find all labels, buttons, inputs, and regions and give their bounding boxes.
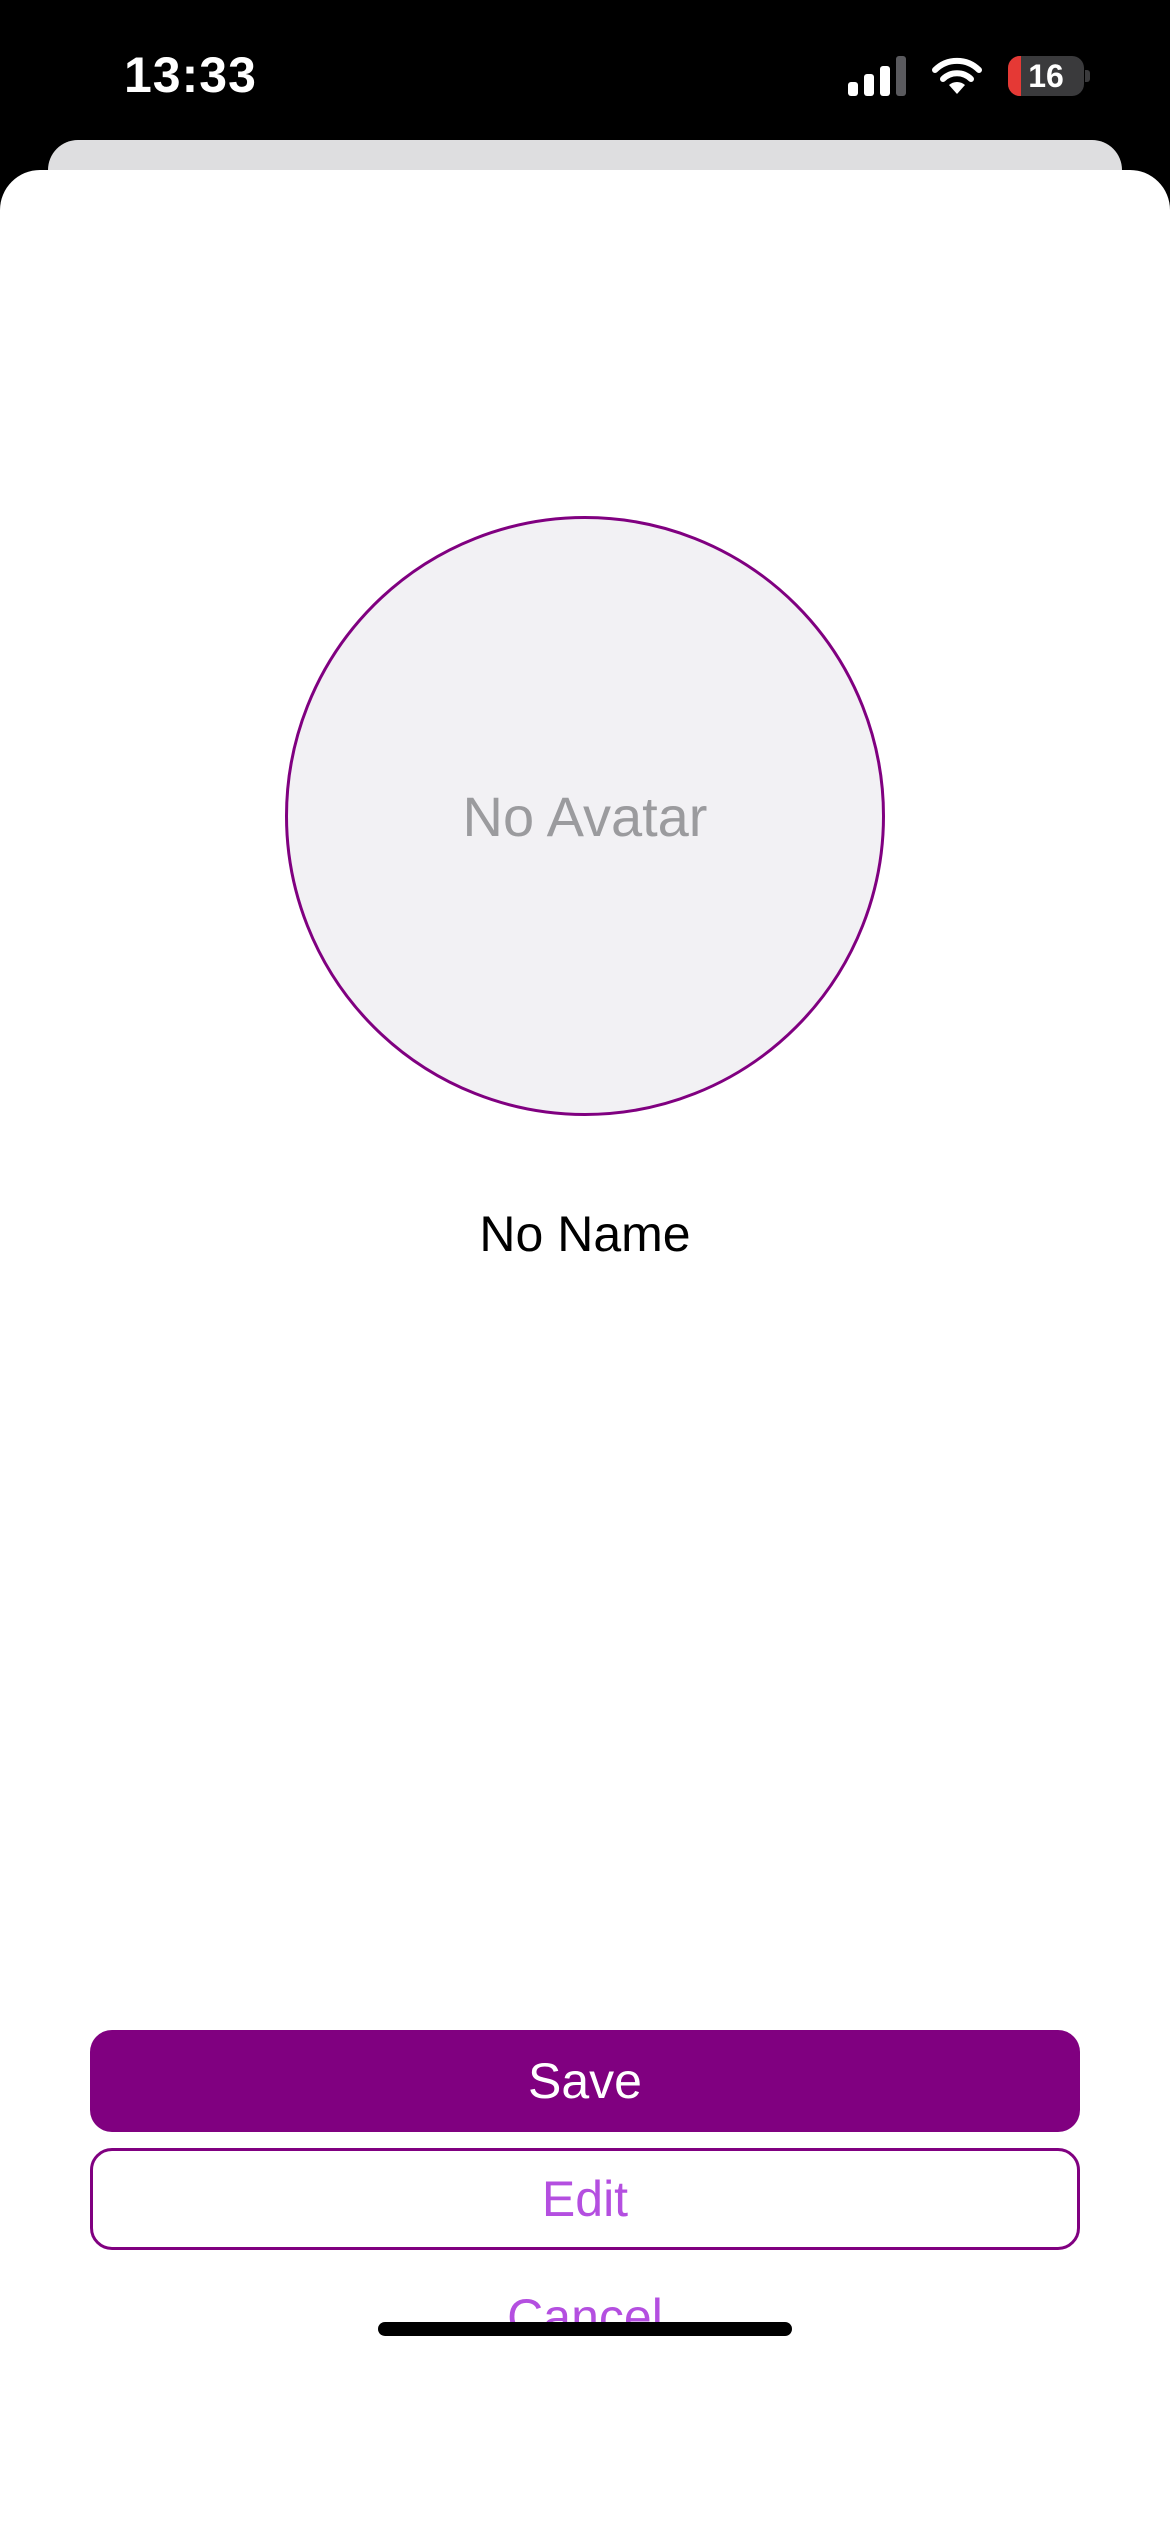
edit-button[interactable]: Edit (90, 2148, 1080, 2250)
wifi-icon (932, 57, 982, 94)
battery-cap (1085, 70, 1090, 82)
edit-button-label: Edit (541, 2171, 629, 2227)
status-bar: 13:33 16 (0, 0, 1170, 150)
battery-level: 16 (1028, 58, 1064, 94)
save-button[interactable]: Save (90, 2030, 1080, 2132)
avatar[interactable]: No Avatar (285, 516, 885, 1116)
battery-icon: 16 (1008, 56, 1090, 96)
screen: 13:33 16 No Avatar No Name Save Edit Can… (0, 0, 1170, 2532)
cancel-button[interactable]: Cancel (90, 2266, 1080, 2368)
home-indicator[interactable] (378, 2322, 792, 2336)
profile-name: No Name (479, 1206, 691, 1262)
signal-icon (848, 56, 906, 96)
save-button-label: Save (528, 2053, 642, 2109)
cancel-button-label: Cancel (507, 2289, 663, 2345)
avatar-placeholder: No Avatar (462, 784, 708, 848)
status-time: 13:33 (124, 47, 257, 103)
profile-sheet: No Avatar No Name Save Edit Cancel (0, 170, 1170, 2532)
status-icons: 16 (848, 54, 1090, 98)
